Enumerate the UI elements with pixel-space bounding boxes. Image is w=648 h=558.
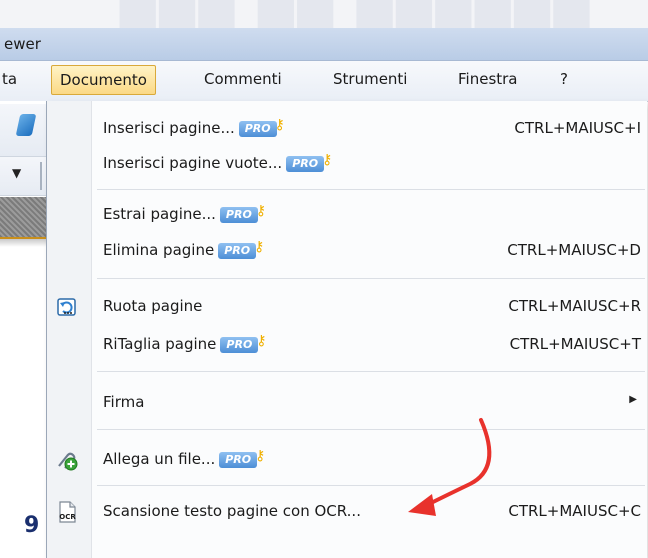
hatched-panel <box>0 197 46 239</box>
menu-item-label: Scansione testo pagine con OCR... <box>103 502 361 520</box>
menu-item-label: Ruota pagine <box>103 297 203 315</box>
toolbar-separator <box>40 162 42 190</box>
menu-item-ritaglia-pagine[interactable]: RiTaglia pagine PRO ⚷ CTRL+MAIUSC+T <box>47 327 647 363</box>
submenu-arrow-icon: ▶ <box>629 394 637 405</box>
menu-separator <box>97 371 645 372</box>
menu-bar: ta Documento Commenti Strumenti Finestra… <box>0 61 648 102</box>
menu-separator <box>97 189 645 190</box>
menu-item-estrai-pagine[interactable]: Estrai pagine... PRO ⚷ <box>47 197 647 233</box>
menu-shortcut: CTRL+MAIUSC+I <box>514 119 641 137</box>
chevron-down-icon[interactable]: ▼ <box>12 166 21 180</box>
menu-item-inserisci-pagine[interactable]: Inserisci pagine... PRO ⚷ CTRL+MAIUSC+I <box>47 111 647 147</box>
pro-badge: PRO ⚷ <box>220 334 267 353</box>
menu-shortcut: CTRL+MAIUSC+D <box>507 241 641 259</box>
menu-item-label: Inserisci pagine... <box>103 119 235 137</box>
background-number: 9 <box>24 513 40 538</box>
menu-item-label: Elimina pagine <box>103 241 215 259</box>
pro-badge: PRO ⚷ <box>218 240 264 259</box>
pro-badge: PRO ⚷ <box>219 449 265 468</box>
key-icon: ⚷ <box>255 448 266 464</box>
menu-shortcut: CTRL+MAIUSC+R <box>508 297 641 315</box>
key-icon: ⚷ <box>256 333 267 349</box>
menu-separator <box>97 278 645 279</box>
menu-item-inserisci-pagine-vuote[interactable]: Inserisci pagine vuote... PRO ⚷ <box>47 146 647 182</box>
key-icon: ⚷ <box>322 152 333 168</box>
svg-text:OCR: OCR <box>59 513 76 521</box>
screen: ███ ██ ██████ ewer ta Documento Commenti… <box>0 0 648 558</box>
key-icon: ⚷ <box>274 117 285 133</box>
menu-separator <box>97 485 645 486</box>
menu-item-label: Estrai pagine... <box>103 205 216 223</box>
key-icon: ⚷ <box>255 203 267 219</box>
menu-item-help[interactable]: ? <box>560 70 568 88</box>
menu-shortcut: CTRL+MAIUSC+T <box>509 335 641 353</box>
menu-item-label: Firma <box>103 393 145 411</box>
menu-separator <box>97 429 645 430</box>
menu-shortcut: CTRL+MAIUSC+C <box>508 502 641 520</box>
pro-badge: PRO ⚷ <box>286 153 332 172</box>
panel-shadow <box>0 239 46 247</box>
menu-item-finestra[interactable]: Finestra <box>458 70 518 88</box>
title-bar: ewer <box>0 28 648 61</box>
menu-item-partial[interactable]: ta <box>2 70 17 88</box>
background-banner: ███ ██ ██████ <box>0 0 648 28</box>
attach-file-icon <box>58 452 78 471</box>
menu-item-elimina-pagine[interactable]: Elimina pagine PRO ⚷ CTRL+MAIUSC+D <box>47 233 647 269</box>
pro-badge: PRO ⚷ <box>219 204 266 223</box>
menu-item-label: Allega un file... <box>103 450 216 468</box>
pro-badge: PRO ⚷ <box>238 118 285 137</box>
key-icon: ⚷ <box>254 239 265 255</box>
menu-item-documento[interactable]: Documento <box>51 65 156 95</box>
ocr-icon: OCR <box>59 501 76 523</box>
window-title: ewer <box>4 35 41 53</box>
menu-item-scansione-ocr[interactable]: OCR Scansione testo pagine con OCR... CT… <box>47 494 647 530</box>
documento-dropdown-menu: Inserisci pagine... PRO ⚷ CTRL+MAIUSC+I In… <box>46 101 647 558</box>
rotate-page-icon <box>57 298 76 316</box>
menu-item-ruota-pagine[interactable]: Ruota pagine CTRL+MAIUSC+R <box>47 289 647 325</box>
menu-item-commenti[interactable]: Commenti <box>204 70 282 88</box>
menu-item-firma[interactable]: Firma ▶ <box>47 385 647 421</box>
menu-item-label: Inserisci pagine vuote... <box>103 154 283 172</box>
menu-item-allega-file[interactable]: Allega un file... PRO ⚷ <box>47 442 647 478</box>
menu-item-strumenti[interactable]: Strumenti <box>333 70 407 88</box>
menu-item-label: RiTaglia pagine <box>103 335 217 353</box>
